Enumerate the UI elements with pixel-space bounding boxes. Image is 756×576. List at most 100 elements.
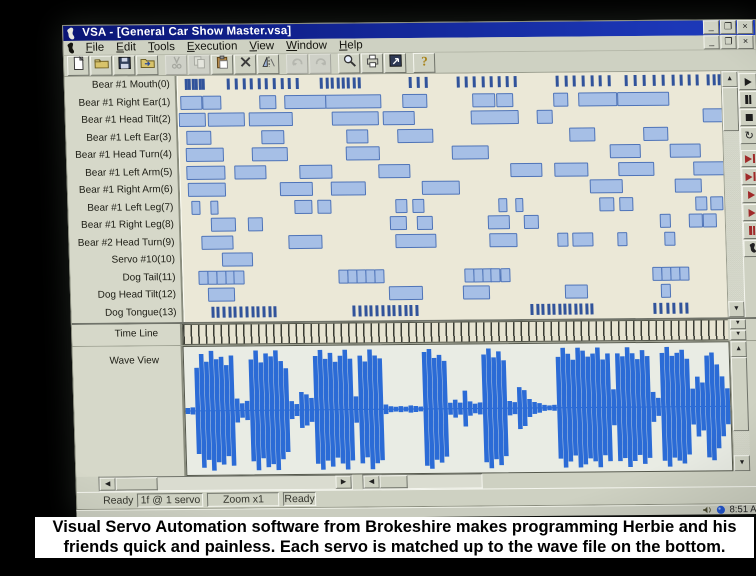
servo-tick[interactable] — [257, 306, 260, 317]
document-minimize-button[interactable]: _ — [703, 35, 719, 49]
servo-event-block[interactable] — [664, 231, 676, 245]
servo-tick[interactable] — [563, 303, 566, 314]
servo-tick[interactable] — [217, 306, 220, 317]
servo-tick[interactable] — [228, 306, 231, 317]
menu-execution[interactable]: Execution — [181, 39, 244, 54]
flip-button[interactable] — [257, 54, 280, 74]
servo-event-block[interactable] — [331, 181, 366, 195]
servo-tick[interactable] — [672, 302, 675, 313]
servo-event-block[interactable] — [210, 200, 218, 214]
servo-event-block[interactable] — [284, 94, 326, 108]
servo-tick[interactable] — [555, 76, 558, 87]
servo-event-block[interactable] — [695, 196, 707, 210]
servo-tick[interactable] — [295, 78, 298, 89]
servo-tick[interactable] — [387, 305, 390, 316]
minimize-button[interactable]: _ — [703, 21, 719, 35]
servo-event-block[interactable] — [249, 112, 294, 126]
vscroll-thumb[interactable] — [722, 87, 739, 131]
servo-tick[interactable] — [222, 306, 225, 317]
servo-event-block[interactable] — [210, 218, 235, 232]
servo-event-block[interactable] — [643, 126, 668, 140]
servo-tick[interactable] — [481, 76, 484, 87]
servo-event-block[interactable] — [416, 216, 433, 230]
servo-event-block[interactable] — [578, 92, 618, 106]
document-restore-button[interactable]: ❐ — [720, 35, 736, 49]
servo-tick[interactable] — [416, 77, 419, 88]
servo-tick[interactable] — [280, 78, 283, 89]
servo-event-block[interactable] — [252, 147, 288, 161]
servo-tick[interactable] — [381, 305, 384, 316]
servo-event-block[interactable] — [346, 146, 380, 160]
servo-tick[interactable] — [558, 303, 561, 314]
track-label[interactable]: Dog Tongue(13) — [71, 304, 181, 322]
track-label[interactable]: Bear #1 Right Arm(6) — [68, 181, 178, 199]
play-selection-button[interactable] — [742, 186, 756, 203]
servo-tick[interactable] — [235, 78, 238, 89]
track-label[interactable]: Servo #10(10) — [70, 251, 180, 269]
track-label[interactable]: Dog Tail(11) — [70, 269, 180, 287]
servo-tick[interactable] — [347, 77, 350, 88]
servo-tick[interactable] — [652, 75, 655, 86]
servo-event-block[interactable] — [191, 200, 200, 214]
servo-tick[interactable] — [679, 302, 682, 313]
servo-tick[interactable] — [325, 78, 328, 89]
servo-tick[interactable] — [590, 75, 593, 86]
servo-event-block[interactable] — [397, 128, 434, 142]
servo-event-block[interactable] — [299, 164, 333, 178]
servo-event-block[interactable] — [402, 93, 427, 107]
servo-tick[interactable] — [590, 303, 593, 314]
servo-tick[interactable] — [404, 305, 407, 316]
servo-event-block[interactable] — [617, 232, 628, 246]
loop-button[interactable]: ↻ — [740, 127, 756, 144]
servo-tick[interactable] — [624, 75, 627, 86]
servo-tick[interactable] — [489, 76, 492, 87]
servo-event-block[interactable] — [317, 199, 331, 213]
menu-tools[interactable]: Tools — [142, 40, 181, 54]
servo-event-block[interactable] — [186, 130, 211, 144]
servo-tick[interactable] — [415, 304, 418, 315]
servo-tick[interactable] — [342, 78, 345, 89]
servo-tick[interactable] — [201, 79, 204, 90]
servo-tick[interactable] — [552, 303, 555, 314]
wave-hscroll-thumb[interactable] — [379, 475, 407, 488]
restore-button[interactable]: ❐ — [720, 21, 736, 35]
servo-event-block[interactable] — [234, 165, 266, 179]
servo-event-block[interactable] — [179, 113, 206, 127]
servo-event-block[interactable] — [660, 284, 671, 298]
servo-event-block[interactable] — [470, 110, 519, 124]
servo-tick[interactable] — [582, 75, 585, 86]
save-button[interactable] — [113, 55, 136, 75]
servo-event-block[interactable] — [557, 232, 569, 246]
servo-event-block[interactable] — [659, 214, 670, 228]
hscroll-thumb[interactable] — [115, 477, 157, 490]
servo-event-block[interactable] — [208, 288, 236, 302]
servo-event-block[interactable] — [702, 108, 723, 122]
servo-tick[interactable] — [643, 75, 646, 86]
servo-tick[interactable] — [265, 78, 268, 89]
servo-event-block[interactable] — [207, 112, 244, 126]
servo-tick[interactable] — [250, 78, 253, 89]
menu-help[interactable]: Help — [333, 38, 369, 52]
servo-event-block[interactable] — [288, 234, 323, 248]
servo-tick[interactable] — [274, 306, 277, 317]
servo-tick[interactable] — [531, 303, 534, 314]
servo-tick[interactable] — [514, 76, 517, 87]
wave-hscroll-left-button[interactable]: ◀ — [363, 475, 379, 488]
servo-tick[interactable] — [599, 75, 602, 86]
track-label[interactable]: Dog Head Tilt(12) — [71, 286, 181, 304]
servo-tick[interactable] — [574, 303, 577, 314]
servo-tick[interactable] — [696, 74, 699, 85]
servo-tick[interactable] — [353, 305, 356, 316]
servo-event-block[interactable] — [463, 285, 490, 299]
servo-event-block[interactable] — [536, 110, 553, 124]
servo-tick[interactable] — [634, 75, 637, 86]
track-label[interactable]: Bear #1 Right Leg(8) — [69, 216, 179, 234]
servo-event-block[interactable] — [261, 130, 284, 144]
servo-tick[interactable] — [457, 77, 460, 88]
undo-button[interactable] — [286, 54, 309, 74]
servo-tick[interactable] — [671, 75, 674, 86]
servo-event-block[interactable] — [516, 198, 524, 212]
servo-event-block[interactable] — [599, 197, 614, 211]
scroll-down-button[interactable]: ▼ — [728, 301, 744, 317]
help-button[interactable]: ? — [413, 53, 436, 73]
